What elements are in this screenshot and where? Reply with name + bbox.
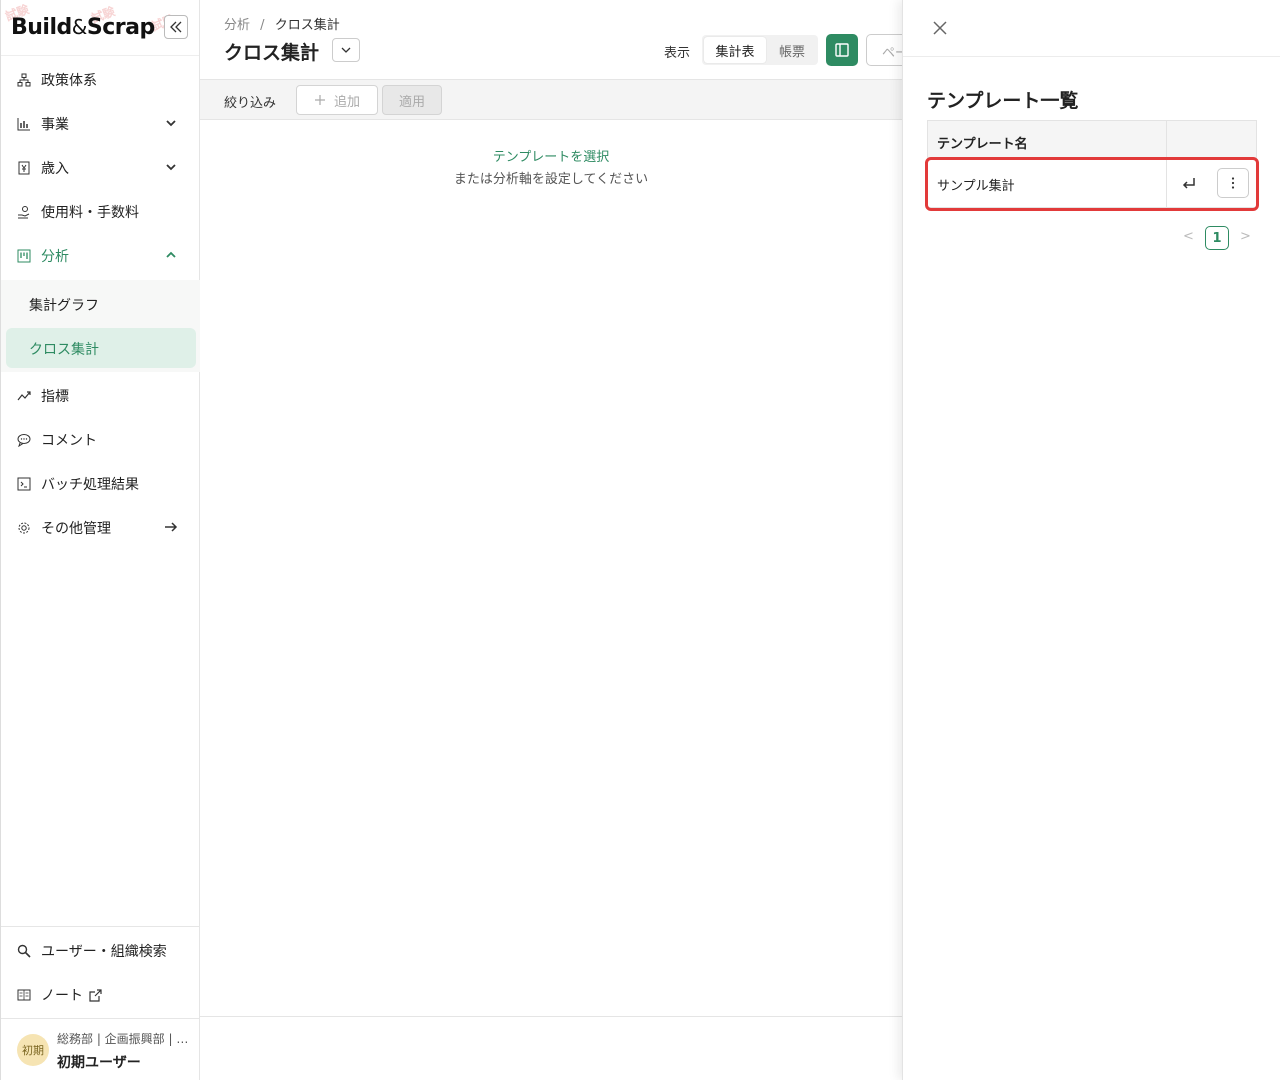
sidebar-divider: [1, 1018, 200, 1019]
nav-label: 使用料・手数料: [41, 205, 139, 221]
external-link-icon: [89, 988, 102, 1002]
pagination-next[interactable]: >: [1240, 229, 1251, 244]
add-filter-button[interactable]: 追加: [296, 85, 378, 115]
pagination-prev[interactable]: <: [1183, 229, 1194, 244]
bar-chart-icon: [15, 115, 33, 133]
apply-filter-button[interactable]: 適用: [382, 85, 442, 115]
nav-item-analysis[interactable]: 分析: [15, 241, 187, 271]
breadcrumb-separator: /: [260, 18, 265, 33]
sidebar: 試験 試験 試験 Build&Scrap 政策体系 事業 歳入 使用料・手数料 …: [0, 0, 200, 1080]
plus-icon: [314, 95, 325, 105]
subnav-item-summary-graph[interactable]: 集計グラフ: [29, 295, 99, 315]
drawer-title: テンプレート一覧: [927, 90, 1079, 112]
double-chevron-left-icon: [170, 21, 182, 33]
user-org: 総務部 | 企画振興部 | …: [57, 1032, 189, 1046]
nav-label: ユーザー・組織検索: [41, 944, 167, 960]
filter-label: 絞り込み: [224, 96, 277, 111]
pagination-page[interactable]: 1: [1205, 226, 1229, 250]
arrow-right-icon: [165, 522, 178, 532]
view-option-table[interactable]: 集計表: [704, 37, 766, 63]
page-title: クロス集計: [224, 42, 320, 64]
org-chart-icon: [15, 71, 33, 89]
user-name: 初期ユーザー: [57, 1055, 141, 1071]
search-icon: [15, 942, 33, 960]
nav-label: その他管理: [41, 521, 111, 537]
nav-label: 事業: [41, 117, 69, 133]
nav-label: コメント: [41, 433, 97, 449]
avatar: 初期: [17, 1034, 49, 1066]
title-dropdown-button[interactable]: [332, 38, 360, 62]
nav-label: 歳入: [41, 161, 69, 177]
close-icon: [933, 21, 947, 35]
column-header-name: テンプレート名: [937, 137, 1028, 152]
nav-item-policy-system[interactable]: 政策体系: [15, 65, 187, 95]
add-filter-label: 追加: [333, 94, 360, 110]
nav-item-batch-results[interactable]: バッチ処理結果: [15, 469, 187, 499]
view-label: 表示: [664, 46, 691, 61]
nav-item-notes[interactable]: ノート: [15, 980, 187, 1010]
nav-label: 指標: [41, 389, 69, 405]
nav-item-indicators[interactable]: 指標: [15, 381, 187, 411]
chevron-up-icon: [166, 251, 176, 258]
hand-coin-icon: [15, 203, 33, 221]
trend-icon: [15, 387, 33, 405]
close-drawer-button[interactable]: [929, 17, 951, 39]
enter-apply-icon[interactable]: [1180, 174, 1198, 192]
comment-icon: [15, 431, 33, 449]
view-option-report[interactable]: 帳票: [768, 37, 816, 63]
breadcrumb-current: クロス集計: [274, 18, 340, 33]
yen-receipt-icon: [15, 159, 33, 177]
nav-item-comments[interactable]: コメント: [15, 425, 187, 455]
kanban-icon: [15, 247, 33, 265]
more-options-button[interactable]: [1217, 168, 1249, 198]
main-footer-divider: [200, 1016, 902, 1017]
nav-item-other-admin[interactable]: その他管理: [15, 513, 187, 543]
select-template-link[interactable]: テンプレートを選択: [200, 146, 902, 165]
filter-bar: 絞り込み 追加 適用: [200, 79, 902, 120]
nav-label: 分析: [41, 249, 69, 265]
nav-label: バッチ処理結果: [41, 477, 139, 493]
user-profile[interactable]: 初期 総務部 | 企画振興部 | … 初期ユーザー: [15, 1028, 195, 1072]
table-header: テンプレート名: [927, 120, 1257, 159]
breadcrumb-parent[interactable]: 分析: [224, 18, 250, 33]
collapse-sidebar-button[interactable]: [164, 15, 188, 39]
app-logo[interactable]: Build&Scrap: [11, 15, 155, 40]
template-table: テンプレート名 サンプル集計: [927, 120, 1257, 208]
main-content: 分析 / クロス集計 クロス集計 表示 集計表 帳票 ペー 絞り込み 追加 適用…: [200, 0, 916, 1080]
chevron-down-icon: [341, 47, 351, 53]
template-drawer: テンプレート一覧 テンプレート名 サンプル集計 < 1 >: [902, 0, 1280, 1080]
sidebar-panel-icon: [835, 43, 849, 57]
nav-label: ノート: [41, 988, 83, 1004]
sidebar-divider: [1, 926, 200, 927]
pagination: < 1 >: [1183, 226, 1253, 250]
terminal-icon: [15, 475, 33, 493]
table-row[interactable]: サンプル集計: [927, 158, 1257, 208]
breadcrumb: 分析 / クロス集計: [224, 14, 340, 33]
view-toggle: 集計表 帳票: [702, 35, 818, 65]
panel-toggle-button[interactable]: [826, 34, 858, 66]
column-divider: [1166, 158, 1167, 208]
nav-item-user-search[interactable]: ユーザー・組織検索: [15, 936, 187, 966]
nav-item-fees[interactable]: 使用料・手数料: [15, 197, 187, 227]
book-icon: [15, 986, 33, 1004]
subnav-item-cross-tab[interactable]: クロス集計: [29, 339, 99, 359]
kebab-menu-icon: [1231, 177, 1235, 189]
column-divider: [1166, 121, 1167, 159]
chevron-down-icon: [166, 164, 176, 171]
nav-item-projects[interactable]: 事業: [15, 109, 187, 139]
chevron-down-icon: [166, 120, 176, 127]
empty-state-text: または分析軸を設定してください: [453, 172, 649, 187]
nav-label: 政策体系: [41, 73, 97, 89]
gear-icon: [15, 519, 33, 537]
nav-item-revenue[interactable]: 歳入: [15, 153, 187, 183]
template-name: サンプル集計: [937, 179, 1015, 194]
drawer-header-divider: [903, 56, 1280, 57]
